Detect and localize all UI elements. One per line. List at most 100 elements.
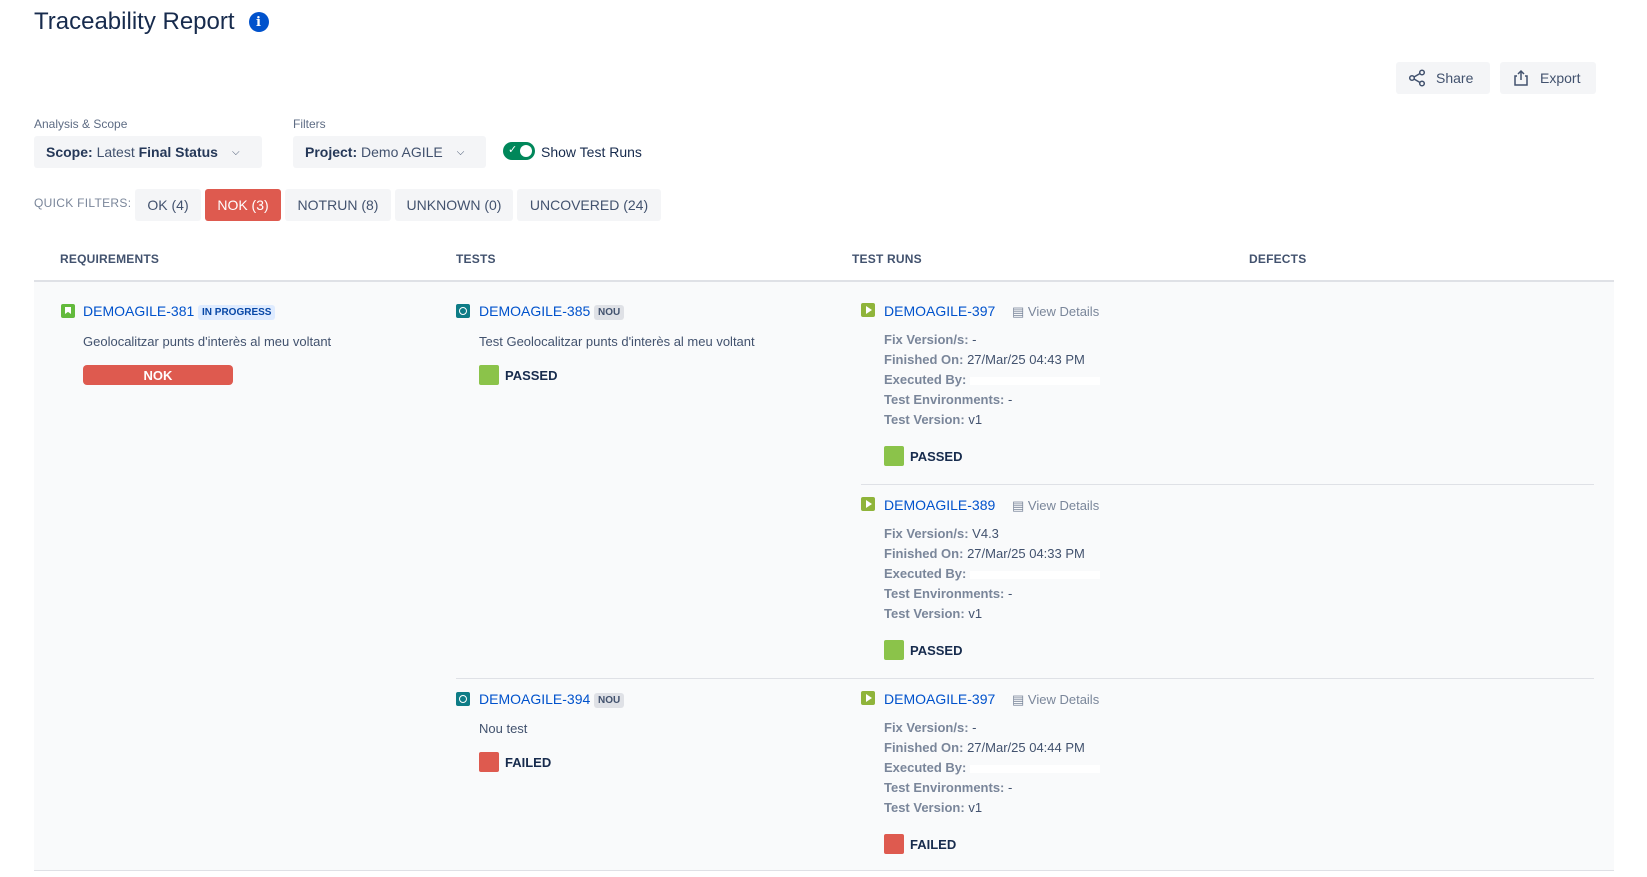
table-row (34, 282, 1614, 870)
test-run-result: PASSED (884, 446, 963, 466)
finished-on-value: 27/Mar/25 04:44 PM (967, 740, 1085, 755)
toggle-knob (520, 145, 532, 157)
fix-version-value: - (972, 332, 977, 347)
export-icon (1514, 69, 1528, 86)
share-button[interactable]: Share (1396, 62, 1490, 94)
fix-version-value: V4.3 (972, 526, 999, 541)
requirement-summary: Geolocalitzar punts d'interès al meu vol… (83, 334, 332, 349)
test-version-value: v1 (968, 800, 983, 815)
column-header-defects: DEFECTS (1249, 252, 1307, 266)
chevron-down-icon: ⌵ (231, 146, 240, 158)
share-icon (1408, 69, 1426, 87)
row-divider (861, 484, 1594, 485)
export-button[interactable]: Export (1500, 62, 1596, 94)
quick-filter-uncovered[interactable]: UNCOVERED (24) (517, 189, 661, 221)
test-environments-label: Test Environments: (884, 780, 1005, 795)
test-environments-label: Test Environments: (884, 586, 1005, 601)
finished-on-label: Finished On: (884, 352, 964, 367)
fix-version-value: - (972, 720, 977, 735)
failed-square-icon (479, 752, 499, 772)
test-version-label: Test Version: (884, 606, 965, 621)
table-bottom-divider (34, 870, 1614, 871)
page-title: Traceability Report i (34, 8, 269, 36)
test-environments-value: - (1008, 586, 1013, 601)
test-run-result-label: PASSED (910, 642, 963, 658)
view-details-link[interactable]: ▤ View Details (1012, 498, 1099, 514)
test-run-result: FAILED (884, 834, 956, 854)
finished-on-label: Finished On: (884, 740, 964, 755)
info-icon[interactable]: i (248, 12, 269, 32)
view-details-label: View Details (1027, 304, 1100, 319)
status-badge: NOU (594, 305, 625, 320)
test-version-label: Test Version: (884, 412, 965, 427)
row-divider (456, 678, 1594, 679)
view-details-label: View Details (1027, 498, 1100, 513)
test-summary: Test Geolocalitzar punts d'interès al me… (479, 334, 755, 349)
test-result-label: FAILED (505, 754, 552, 770)
test-run-details: Fix Version/s: - Finished On: 27/Mar/25 … (884, 718, 1101, 818)
status-badge: NOU (594, 693, 625, 708)
test-version-value: v1 (968, 412, 983, 427)
test-run-result-label: FAILED (910, 836, 957, 852)
test-run-link[interactable]: DEMOAGILE-389 (884, 497, 995, 513)
check-icon: ✓ (508, 144, 518, 156)
show-test-runs-toggle[interactable]: ✓ (503, 142, 535, 160)
filters-label: Filters (293, 117, 326, 131)
finished-on-label: Finished On: (884, 546, 964, 561)
column-header-test-runs: TEST RUNS (852, 252, 922, 266)
export-label: Export (1540, 70, 1581, 86)
quick-filter-nok[interactable]: NOK (3) (205, 189, 281, 221)
show-test-runs-label: Show Test Runs (541, 144, 642, 160)
test-environments-value: - (1008, 780, 1013, 795)
scope-mid: Latest (92, 144, 139, 160)
executed-by-label: Executed By: (884, 566, 967, 581)
redacted-user (970, 570, 1101, 579)
view-details-label: View Details (1027, 692, 1100, 707)
test-result: PASSED (479, 365, 558, 385)
test-link[interactable]: DEMOAGILE-385 (479, 303, 590, 319)
quick-filter-ok[interactable]: OK (4) (135, 189, 201, 221)
scope-value: Final Status (138, 144, 218, 160)
scope-dropdown[interactable]: Scope: Latest Final Status ⌵ (34, 136, 262, 168)
quick-filters-label: QUICK FILTERS: (34, 196, 132, 210)
story-icon (61, 304, 75, 318)
requirement-link[interactable]: DEMOAGILE-381 (83, 303, 194, 319)
scope-key: Scope: (46, 144, 93, 160)
test-environments-value: - (1008, 392, 1013, 407)
requirement-result-pill: NOK (83, 365, 233, 385)
executed-by-label: Executed By: (884, 760, 967, 775)
test-version-label: Test Version: (884, 800, 965, 815)
view-details-link[interactable]: ▤ View Details (1012, 692, 1099, 708)
fix-version-label: Fix Version/s: (884, 526, 969, 541)
project-key: Project: (305, 144, 358, 160)
test-run-icon (861, 497, 875, 511)
page-title-text: Traceability Report (34, 8, 235, 35)
test-icon (456, 692, 470, 706)
test-run-result-label: PASSED (910, 448, 963, 464)
quick-filter-notrun[interactable]: NOTRUN (8) (285, 189, 391, 221)
test-run-details: Fix Version/s: V4.3 Finished On: 27/Mar/… (884, 524, 1101, 624)
project-dropdown[interactable]: Project: Demo AGILE ⌵ (293, 136, 486, 168)
analysis-scope-label: Analysis & Scope (34, 117, 128, 131)
test-icon (456, 304, 470, 318)
view-details-link[interactable]: ▤ View Details (1012, 304, 1099, 320)
test-run-result: PASSED (884, 640, 963, 660)
test-link[interactable]: DEMOAGILE-394 (479, 691, 590, 707)
redacted-user (970, 376, 1101, 385)
test-run-details: Fix Version/s: - Finished On: 27/Mar/25 … (884, 330, 1101, 430)
status-badge: IN PROGRESS (198, 305, 276, 320)
passed-square-icon (884, 640, 904, 660)
column-header-tests: TESTS (456, 252, 496, 266)
test-run-link[interactable]: DEMOAGILE-397 (884, 691, 995, 707)
test-run-icon (861, 691, 875, 705)
failed-square-icon (884, 834, 904, 854)
test-version-value: v1 (968, 606, 983, 621)
fix-version-label: Fix Version/s: (884, 332, 969, 347)
test-run-link[interactable]: DEMOAGILE-397 (884, 303, 995, 319)
share-label: Share (1436, 70, 1474, 86)
test-result: FAILED (479, 752, 551, 772)
test-run-icon (861, 303, 875, 317)
finished-on-value: 27/Mar/25 04:43 PM (967, 352, 1085, 367)
chevron-down-icon: ⌵ (456, 146, 465, 158)
quick-filter-unknown[interactable]: UNKNOWN (0) (395, 189, 513, 221)
